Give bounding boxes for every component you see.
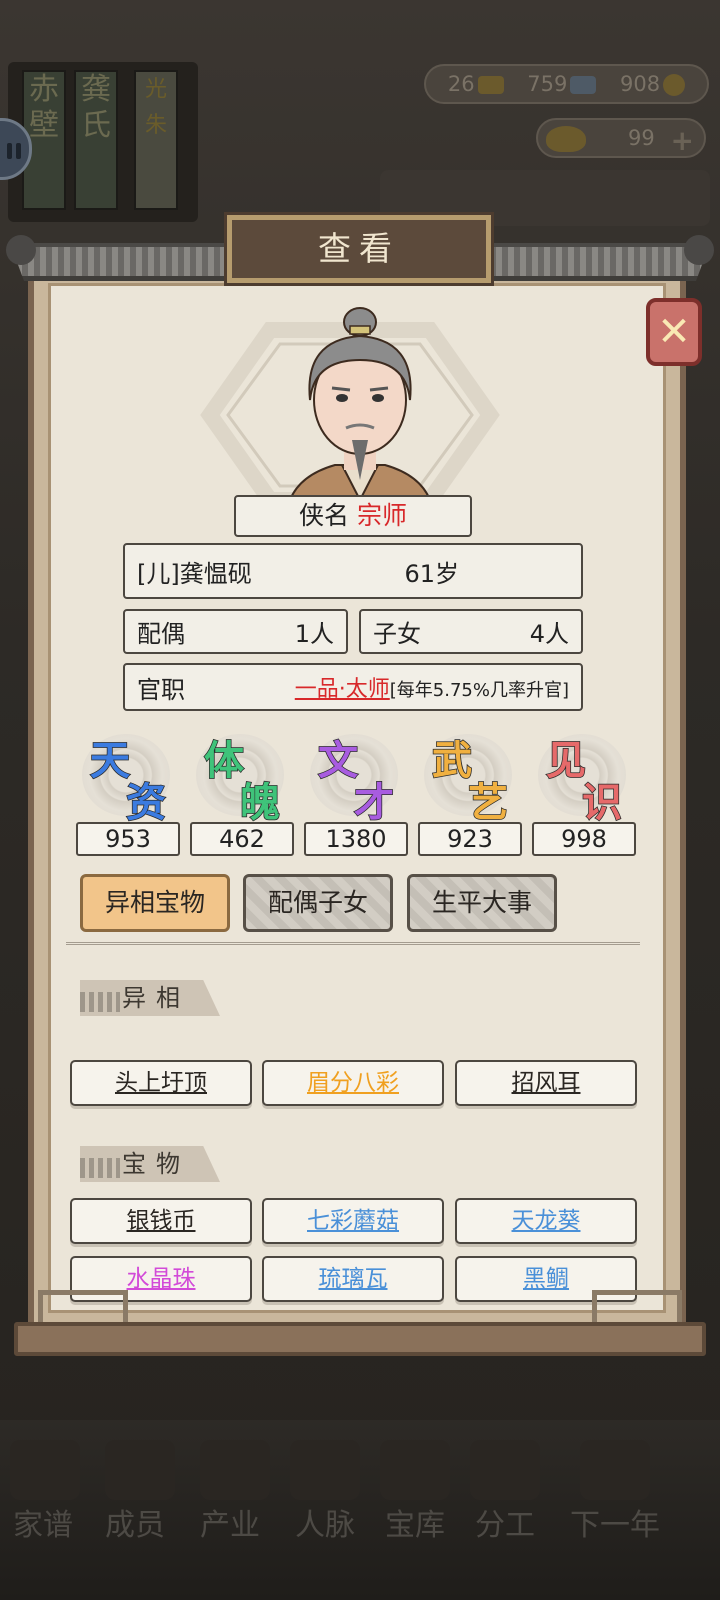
character-portrait [288, 307, 432, 500]
nav-icon-network [290, 1440, 360, 1500]
character-age: 61岁 [404, 559, 459, 588]
character-info-box: [儿]龚愠砚 61岁 [123, 543, 583, 599]
nav-icon-industry [200, 1440, 270, 1500]
stat-value-martial: 923 [418, 822, 522, 856]
nav-division[interactable]: 分工 [470, 1500, 540, 1544]
book-2: 龚氏 [74, 70, 118, 210]
office-box: 官职 一品·太师[每年5.75%几率升官] [123, 663, 583, 711]
treasures-title: 宝物 [122, 1150, 190, 1178]
character-name: [儿]龚愠砚 [137, 559, 252, 588]
currency-bar: 26 759 908 [424, 64, 709, 104]
treasure-item-1[interactable]: 银钱币 [70, 1198, 252, 1244]
family-books: 赤壁 龚氏 光朱 [8, 62, 198, 222]
copper-icon [477, 76, 504, 94]
stat-icon-talent: 天 资 [76, 728, 176, 827]
nav-next-year[interactable]: 下一年 [555, 1500, 675, 1544]
book-3: 光朱 [134, 70, 178, 210]
silver-count: 759 [527, 72, 597, 96]
nav-icon-treasury [380, 1440, 450, 1500]
office-promotion-note: [每年5.75%几率升官] [389, 680, 569, 701]
close-button[interactable]: ✕ [646, 298, 702, 366]
office-label: 官职 [137, 675, 185, 704]
hero-title-label: 侠名 [299, 501, 350, 530]
stat-value-talent: 953 [76, 822, 180, 856]
stat-value-knowledge: 998 [532, 822, 636, 856]
section-divider [66, 942, 640, 950]
nav-genealogy[interactable]: 家谱 [8, 1500, 78, 1544]
trait-item-1[interactable]: 头上圩顶 [70, 1060, 252, 1106]
trait-item-2[interactable]: 眉分八彩 [262, 1060, 444, 1106]
spouse-label: 配偶 [137, 620, 185, 648]
stat-value-literary: 1380 [304, 822, 408, 856]
dialog-title: 查看 [227, 215, 491, 283]
stat-icon-knowledge: 见 识 [532, 728, 632, 827]
tab-spouse-children[interactable]: 配偶子女 [243, 874, 393, 932]
tab-traits-treasures[interactable]: 异相宝物 [80, 874, 230, 932]
treasure-item-5[interactable]: 琉璃瓦 [262, 1256, 444, 1302]
gold-count: 99 [628, 126, 655, 150]
trait-item-3[interactable]: 招风耳 [455, 1060, 637, 1106]
stat-icon-literary: 文 才 [304, 728, 404, 827]
hero-title-value: 宗师 [356, 501, 407, 530]
nav-treasury[interactable]: 宝库 [380, 1500, 450, 1544]
nav-industry[interactable]: 产业 [195, 1500, 265, 1544]
treasure-item-2[interactable]: 七彩蘑菇 [262, 1198, 444, 1244]
nav-icon-members [105, 1440, 175, 1500]
traits-header: 异相 [70, 980, 220, 1016]
traits-title: 异相 [122, 984, 190, 1012]
nav-members[interactable]: 成员 [100, 1500, 170, 1544]
spouse-box: 配偶 1人 [123, 609, 348, 654]
stat-icon-physique: 体 魄 [190, 728, 290, 827]
children-label: 子女 [373, 620, 421, 648]
nav-network[interactable]: 人脉 [290, 1500, 360, 1544]
nav-icon-genealogy [10, 1440, 80, 1500]
stat-value-physique: 462 [190, 822, 294, 856]
hero-title-box: 侠名 宗师 [234, 495, 472, 537]
nav-icon-division [470, 1440, 540, 1500]
gold-bar[interactable]: 99 + [536, 118, 706, 158]
children-count: 4人 [529, 620, 569, 648]
coin-count: 908 [620, 72, 686, 96]
copper-count: 26 [448, 72, 504, 96]
treasures-header: 宝物 [70, 1146, 220, 1182]
children-box: 子女 4人 [359, 609, 583, 654]
spouse-count: 1人 [294, 620, 334, 648]
silver-icon [570, 76, 597, 94]
nav-icon-next-year [580, 1440, 650, 1500]
stat-icon-martial: 武 艺 [418, 728, 518, 827]
coin-icon [663, 74, 686, 96]
tab-life-events[interactable]: 生平大事 [407, 874, 557, 932]
dialog-base [14, 1322, 706, 1356]
gold-ingot-icon [546, 126, 586, 152]
office-value-link[interactable]: 一品·太师 [295, 677, 390, 702]
treasure-item-3[interactable]: 天龙葵 [455, 1198, 637, 1244]
add-gold-icon[interactable]: + [671, 123, 694, 159]
